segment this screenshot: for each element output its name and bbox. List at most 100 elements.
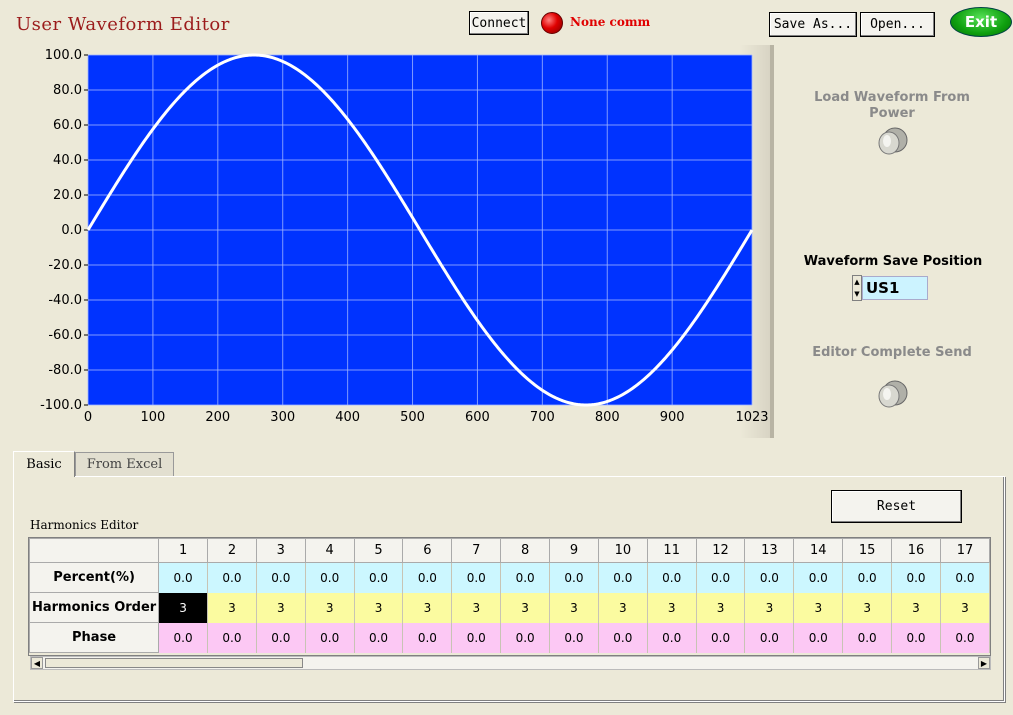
table-cell[interactable]: 0.0	[647, 622, 697, 653]
column-header: 12	[695, 538, 746, 563]
load-waveform-knob-icon[interactable]	[875, 125, 911, 157]
connect-button[interactable]: Connect	[469, 11, 529, 35]
table-cell[interactable]: 3	[793, 592, 844, 623]
table-cell[interactable]: 3	[158, 592, 209, 623]
table-cell[interactable]: 0.0	[354, 562, 404, 593]
table-horizontal-scrollbar[interactable]: ◀ ▶	[30, 656, 991, 670]
table-cell[interactable]: 0.0	[402, 622, 453, 653]
x-tick-label: 1023	[735, 410, 768, 425]
column-header: 6	[402, 538, 453, 563]
table-cell[interactable]: 3	[500, 592, 551, 623]
table-cell[interactable]: 0.0	[940, 622, 990, 653]
waveform-save-position-label: Waveform Save Position	[803, 254, 983, 269]
table-cell[interactable]: 0.0	[549, 562, 599, 593]
table-cell[interactable]: 3	[451, 592, 502, 623]
table-cell[interactable]: 3	[354, 592, 404, 623]
editor-send-knob-icon[interactable]	[875, 378, 911, 410]
table-cell[interactable]: 3	[940, 592, 990, 623]
table-cell[interactable]: 3	[696, 592, 746, 623]
reset-button[interactable]: Reset	[831, 490, 962, 523]
table-cell[interactable]: 0.0	[256, 622, 306, 653]
table-cell[interactable]: 3	[402, 592, 453, 623]
tab-from-excel[interactable]: From Excel	[75, 452, 174, 476]
column-header: 4	[304, 538, 355, 563]
table-cell[interactable]: 0.0	[305, 622, 355, 653]
table-cell[interactable]: 3	[891, 592, 941, 623]
column-header: 14	[793, 538, 844, 563]
table-cell[interactable]: 3	[598, 592, 648, 623]
table-cell[interactable]: 0.0	[891, 562, 941, 593]
table-cell[interactable]: 0.0	[354, 622, 404, 653]
table-row-phase: Phase 0.0 0.0 0.0 0.0 0.0 0.0 0.0 0.0 0.0 0.0 0.0 0…	[29, 622, 990, 653]
row-header-percent: Percent(%)	[29, 562, 160, 593]
table-cell[interactable]: 0.0	[598, 562, 648, 593]
table-cell[interactable]: 0.0	[500, 622, 551, 653]
table-cell[interactable]: 0.0	[256, 562, 306, 593]
x-tick-label: 0	[84, 410, 92, 425]
table-row-percent: Percent(%) 0.0 0.0 0.0 0.0 0.0 0.0 0.0 0.0 0.0 0.…	[29, 562, 990, 593]
table-cell[interactable]: 0.0	[451, 562, 502, 593]
table-cell[interactable]: 3	[647, 592, 697, 623]
y-tick-label: -60.0	[48, 328, 82, 343]
x-tick-label: 700	[530, 410, 555, 425]
table-cell[interactable]: 0.0	[158, 622, 209, 653]
table-cell[interactable]: 3	[305, 592, 355, 623]
save-position-field[interactable]: US1	[862, 276, 928, 300]
table-cell[interactable]: 0.0	[696, 622, 746, 653]
x-tick-label: 900	[660, 410, 685, 425]
table-cell[interactable]: 0.0	[598, 622, 648, 653]
y-tick-label: 40.0	[53, 153, 82, 168]
harmonics-table: 1 2 3 4 5 6 7 8 9 10 11 12 13 14 15 16 17 Percent(%) 0.0…	[28, 537, 991, 656]
spin-up-icon[interactable]: ▲	[853, 276, 861, 288]
y-tick-label: -100.0	[40, 398, 82, 413]
x-tick-label: 200	[205, 410, 230, 425]
table-cell[interactable]: 3	[744, 592, 795, 623]
row-header-phase: Phase	[29, 622, 160, 653]
table-cell[interactable]: 0.0	[305, 562, 355, 593]
table-cell[interactable]: 0.0	[158, 562, 209, 593]
spin-down-icon[interactable]: ▼	[853, 288, 861, 300]
scroll-thumb[interactable]	[45, 658, 303, 668]
tab-basic[interactable]: Basic	[13, 451, 75, 477]
y-tick-label: 80.0	[53, 83, 82, 98]
save-position-spinner[interactable]: ▲ ▼	[852, 275, 862, 301]
table-cell[interactable]: 0.0	[744, 562, 795, 593]
column-header: 1	[158, 538, 209, 563]
table-cell[interactable]: 0.0	[842, 562, 893, 593]
table-cell[interactable]: 0.0	[793, 562, 844, 593]
table-cell[interactable]: 0.0	[500, 562, 551, 593]
open-button[interactable]: Open...	[860, 12, 935, 37]
table-header-row: 1 2 3 4 5 6 7 8 9 10 11 12 13 14 15 16 17	[29, 538, 990, 563]
table-cell[interactable]: 3	[842, 592, 893, 623]
table-cell[interactable]: 3	[549, 592, 599, 623]
connection-led-icon	[541, 12, 563, 34]
table-cell[interactable]: 0.0	[549, 622, 599, 653]
table-cell[interactable]: 0.0	[207, 562, 257, 593]
table-cell[interactable]: 0.0	[940, 562, 990, 593]
y-tick-label: 20.0	[53, 188, 82, 203]
table-cell[interactable]: 0.0	[451, 622, 502, 653]
table-cell[interactable]: 0.0	[402, 562, 453, 593]
table-cell[interactable]: 0.0	[207, 622, 257, 653]
table-cell[interactable]: 0.0	[696, 562, 746, 593]
table-cell[interactable]: 3	[256, 592, 306, 623]
y-tick-label: 60.0	[53, 118, 82, 133]
waveform-chart-svg: 0 100 200 300 400 500 600 700 800 900 1023 100.0 80.…	[40, 48, 768, 425]
table-cell[interactable]: 0.0	[647, 562, 697, 593]
exit-button[interactable]: Exit	[950, 7, 1012, 37]
table-cell[interactable]: 0.0	[744, 622, 795, 653]
column-header: 2	[207, 538, 257, 563]
table-cell[interactable]: 0.0	[891, 622, 941, 653]
table-corner	[29, 538, 160, 563]
app-title: User Waveform Editor	[16, 14, 230, 35]
table-cell[interactable]: 0.0	[842, 622, 893, 653]
table-cell[interactable]: 3	[207, 592, 257, 623]
table-cell[interactable]: 0.0	[793, 622, 844, 653]
x-tick-label: 600	[465, 410, 490, 425]
scroll-left-icon[interactable]: ◀	[31, 657, 43, 669]
save-as-button[interactable]: Save As...	[769, 12, 857, 37]
scroll-right-icon[interactable]: ▶	[978, 657, 990, 669]
load-waveform-label: Load Waveform From Power	[814, 90, 970, 121]
y-tick-label: 100.0	[45, 48, 82, 63]
column-header: 5	[353, 538, 404, 563]
